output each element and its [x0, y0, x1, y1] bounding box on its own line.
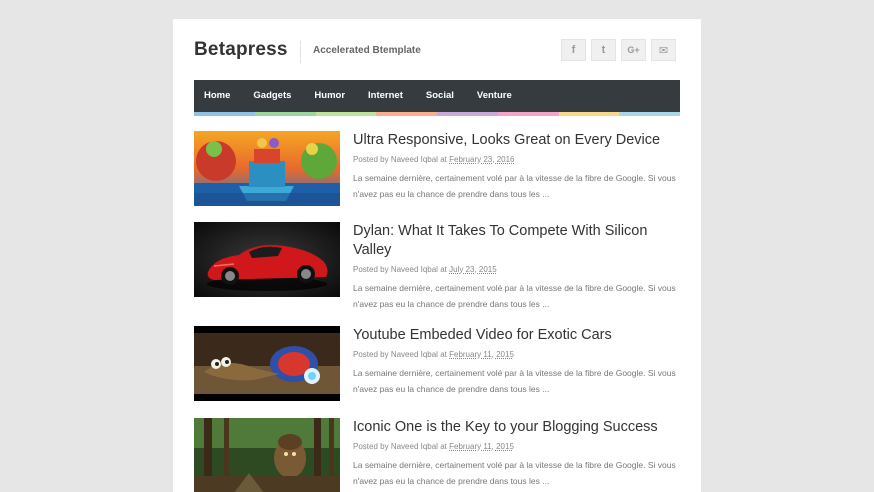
posted-by-label: Posted by: [353, 265, 389, 274]
post-thumbnail[interactable]: [194, 326, 340, 401]
post-thumbnail[interactable]: [194, 222, 340, 297]
at-label: at: [440, 155, 447, 164]
post-title[interactable]: Ultra Responsive, Looks Great on Every D…: [353, 131, 680, 150]
color-strip-segment: [376, 112, 437, 116]
nav-item-internet[interactable]: Internet: [368, 80, 403, 112]
site-tagline: Accelerated Btemplate: [313, 45, 421, 56]
post-meta: Posted by Naveed Iqbal at July 23, 2015: [353, 264, 680, 275]
at-label: at: [440, 265, 447, 274]
post-thumbnail[interactable]: [194, 131, 340, 206]
posted-by-label: Posted by: [353, 350, 389, 359]
color-strip-segment: [558, 112, 620, 116]
post-meta: Posted by Naveed Iqbal at February 11, 2…: [353, 441, 680, 452]
post-author[interactable]: Naveed Iqbal: [391, 265, 438, 274]
color-strip-segment: [497, 112, 559, 116]
color-strip-segment: [194, 112, 255, 116]
nav-item-venture[interactable]: Venture: [477, 80, 512, 112]
posted-by-label: Posted by: [353, 155, 389, 164]
post-author[interactable]: Naveed Iqbal: [391, 442, 438, 451]
post-date[interactable]: February 11, 2015: [449, 350, 514, 359]
at-label: at: [440, 350, 447, 359]
forest-warrior-image: [194, 418, 340, 492]
nav-item-humor[interactable]: Humor: [314, 80, 345, 112]
cartoon-boat-image: [194, 131, 340, 206]
posted-by-label: Posted by: [353, 442, 389, 451]
post-thumbnail[interactable]: [194, 418, 340, 492]
at-label: at: [440, 442, 447, 451]
red-sports-car-image: [194, 222, 340, 297]
google-plus-icon[interactable]: G+: [621, 39, 646, 61]
nav-item-social[interactable]: Social: [426, 80, 454, 112]
main-nav: Home Gadgets Humor Internet Social Ventu…: [194, 80, 680, 112]
post-excerpt: La semaine dernière, certainement volé p…: [353, 368, 676, 394]
color-strip-segment: [254, 112, 316, 116]
color-strip-segment: [619, 112, 680, 116]
nav-item-gadgets[interactable]: Gadgets: [253, 80, 291, 112]
post-title[interactable]: Iconic One is the Key to your Blogging S…: [353, 418, 680, 437]
social-links: f t G+ ✉: [561, 39, 676, 61]
site-header: Betapress Accelerated Btemplate f t G+ ✉: [194, 39, 680, 67]
post-meta: Posted by Naveed Iqbal at February 11, 2…: [353, 349, 680, 360]
site-title[interactable]: Betapress: [194, 39, 288, 61]
nav-item-home[interactable]: Home: [204, 80, 230, 112]
post-date[interactable]: February 23, 2016: [449, 155, 514, 164]
post-date[interactable]: July 23, 2015: [449, 265, 497, 274]
email-icon[interactable]: ✉: [651, 39, 676, 61]
color-strip-segment: [437, 112, 498, 116]
racing-snail-image: [194, 326, 340, 401]
post-title[interactable]: Youtube Embeded Video for Exotic Cars: [353, 326, 680, 345]
post-excerpt: La semaine dernière, certainement volé p…: [353, 460, 676, 486]
post-author[interactable]: Naveed Iqbal: [391, 155, 438, 164]
facebook-icon[interactable]: f: [561, 39, 586, 61]
post-meta: Posted by Naveed Iqbal at February 23, 2…: [353, 154, 680, 165]
post-excerpt: La semaine dernière, certainement volé p…: [353, 173, 676, 199]
post-title[interactable]: Dylan: What It Takes To Compete With Sil…: [353, 222, 680, 260]
page-container: Betapress Accelerated Btemplate f t G+ ✉…: [173, 19, 701, 492]
tumblr-icon[interactable]: t: [591, 39, 616, 61]
post-date[interactable]: February 11, 2015: [449, 442, 514, 451]
nav-color-strip: [194, 112, 680, 116]
color-strip-segment: [315, 112, 377, 116]
post-excerpt: La semaine dernière, certainement volé p…: [353, 283, 676, 309]
title-divider: [300, 41, 301, 63]
post-author[interactable]: Naveed Iqbal: [391, 350, 438, 359]
